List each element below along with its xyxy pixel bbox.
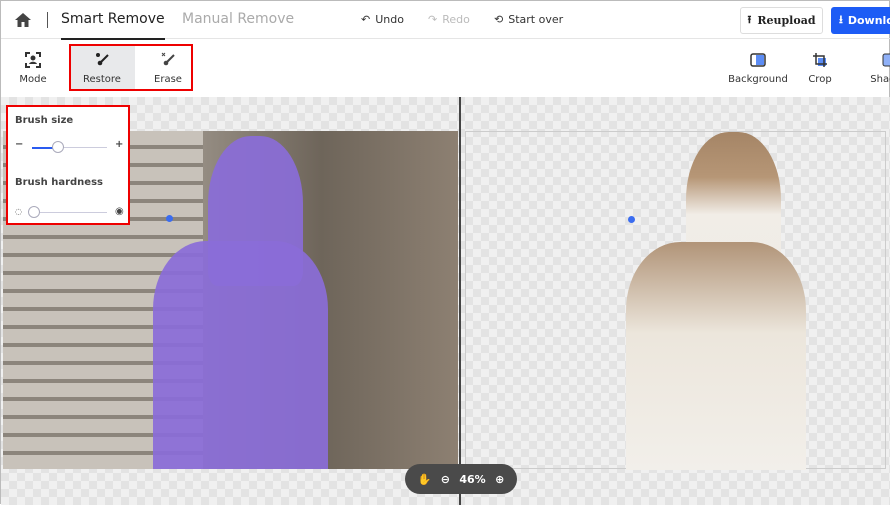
compare-divider[interactable] [459,97,461,505]
redo-icon: ↷ [428,13,438,26]
brush-size-label: Brush size [15,115,74,126]
highlight-box [69,44,193,91]
upload-icon: ⭱ [747,13,752,26]
brush-cursor [628,216,635,223]
crop-button[interactable]: Crop [801,45,839,91]
top-bar: Smart Remove Manual Remove ↶ Undo ↷ Redo ⟲… [1,1,890,40]
brush-hardness-thumb[interactable] [28,206,40,218]
shadow-button[interactable]: Shadow [865,45,890,91]
background-icon [727,50,789,70]
divider [47,12,48,28]
history-icon: ⟲ [494,13,504,26]
redo-button[interactable]: ↷ Redo [428,13,470,26]
cutout-subject-body [626,242,806,470]
zoom-level: 46% [459,472,486,486]
crop-icon [801,50,839,70]
shadow-icon [865,50,890,70]
download-icon: ⭳ [839,13,843,26]
reupload-button[interactable]: ⭱ Reupload [740,7,823,34]
plus-icon[interactable]: + [115,139,123,150]
editor-canvas[interactable] [1,97,890,505]
brush-panel: Brush size − + Brush hardness ◌ ◉ [6,105,130,225]
zoom-controls: ✋ ⊖ 46% ⊕ [405,464,517,494]
brush-size-thumb[interactable] [52,141,64,153]
zoom-out-icon[interactable]: ⊖ [441,473,450,486]
restore-mask-body [153,241,328,469]
start-over-button[interactable]: ⟲ Start over [494,13,563,26]
undo-icon: ↶ [361,13,371,26]
person-frame-icon [13,50,53,70]
soft-icon: ◌ [15,207,22,216]
brush-hardness-label: Brush hardness [15,177,103,188]
mode-button[interactable]: Mode [13,45,53,91]
brush-cursor [166,215,173,222]
tab-smart-remove[interactable]: Smart Remove [61,11,165,40]
tab-manual-remove[interactable]: Manual Remove [182,11,294,27]
background-button[interactable]: Background [727,45,789,91]
undo-button[interactable]: ↶ Undo [361,13,404,26]
result-image [465,131,886,470]
hard-icon: ◉ [115,206,124,217]
minus-icon[interactable]: − [15,139,23,150]
zoom-in-icon[interactable]: ⊕ [495,473,504,486]
download-button[interactable]: ⭳Download [831,7,890,34]
home-icon[interactable] [14,11,32,29]
brush-hardness-slider[interactable] [32,212,107,213]
hand-icon[interactable]: ✋ [418,473,432,486]
